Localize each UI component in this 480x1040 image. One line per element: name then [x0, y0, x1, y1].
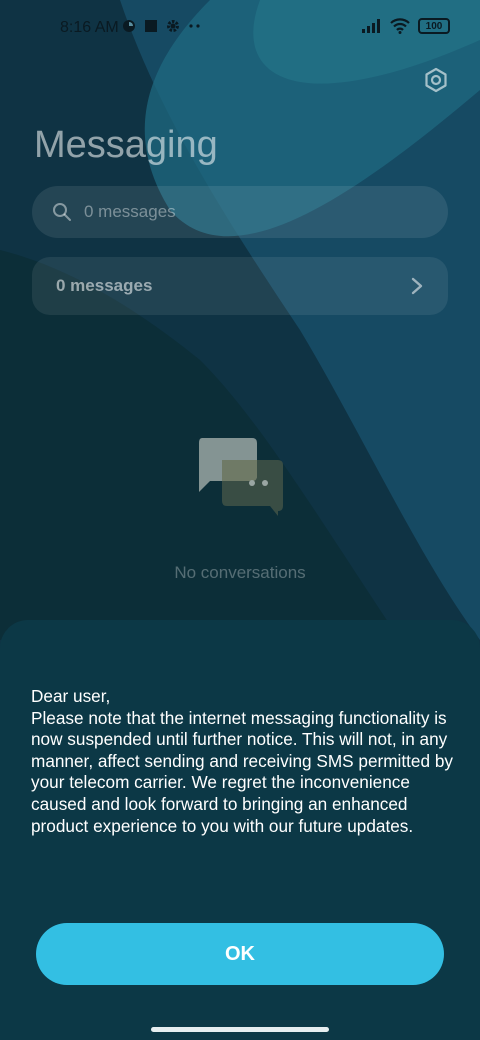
wifi-icon: [390, 18, 410, 34]
sync-icon: [123, 20, 135, 32]
gear-icon: [167, 20, 179, 32]
screen: 8:16 AM 100 Messaging 0 messages 0 messa…: [0, 0, 480, 1040]
search-bar[interactable]: [32, 186, 448, 238]
settings-button[interactable]: [420, 64, 452, 96]
status-icons-left: [122, 19, 202, 33]
status-icons-right: 100: [362, 18, 450, 34]
search-icon: [53, 203, 71, 221]
notice-message-text: Dear user, Please note that the internet…: [31, 686, 453, 836]
search-input[interactable]: [84, 202, 404, 222]
notice-message: Dear user, Please note that the internet…: [31, 686, 461, 837]
ok-button[interactable]: OK: [36, 923, 444, 985]
more-dots-icon: [189, 24, 200, 28]
signal-icon: [362, 19, 380, 33]
status-bar: 8:16 AM 100: [0, 0, 480, 56]
settings-hexagon-icon: [425, 67, 447, 93]
home-indicator[interactable]: [151, 1027, 329, 1032]
chevron-right-icon: [411, 277, 423, 295]
status-time: 8:16 AM: [60, 19, 119, 36]
page-title: Messaging: [34, 124, 218, 166]
square-app-icon: [145, 20, 157, 32]
empty-state-text: No conversations: [174, 563, 306, 582]
battery-icon: 100: [418, 18, 450, 34]
messages-card[interactable]: 0 messages: [32, 257, 448, 315]
chat-bubbles-icon: [199, 438, 283, 516]
messages-card-label: 0 messages: [56, 276, 153, 295]
battery-level: 100: [425, 20, 443, 32]
